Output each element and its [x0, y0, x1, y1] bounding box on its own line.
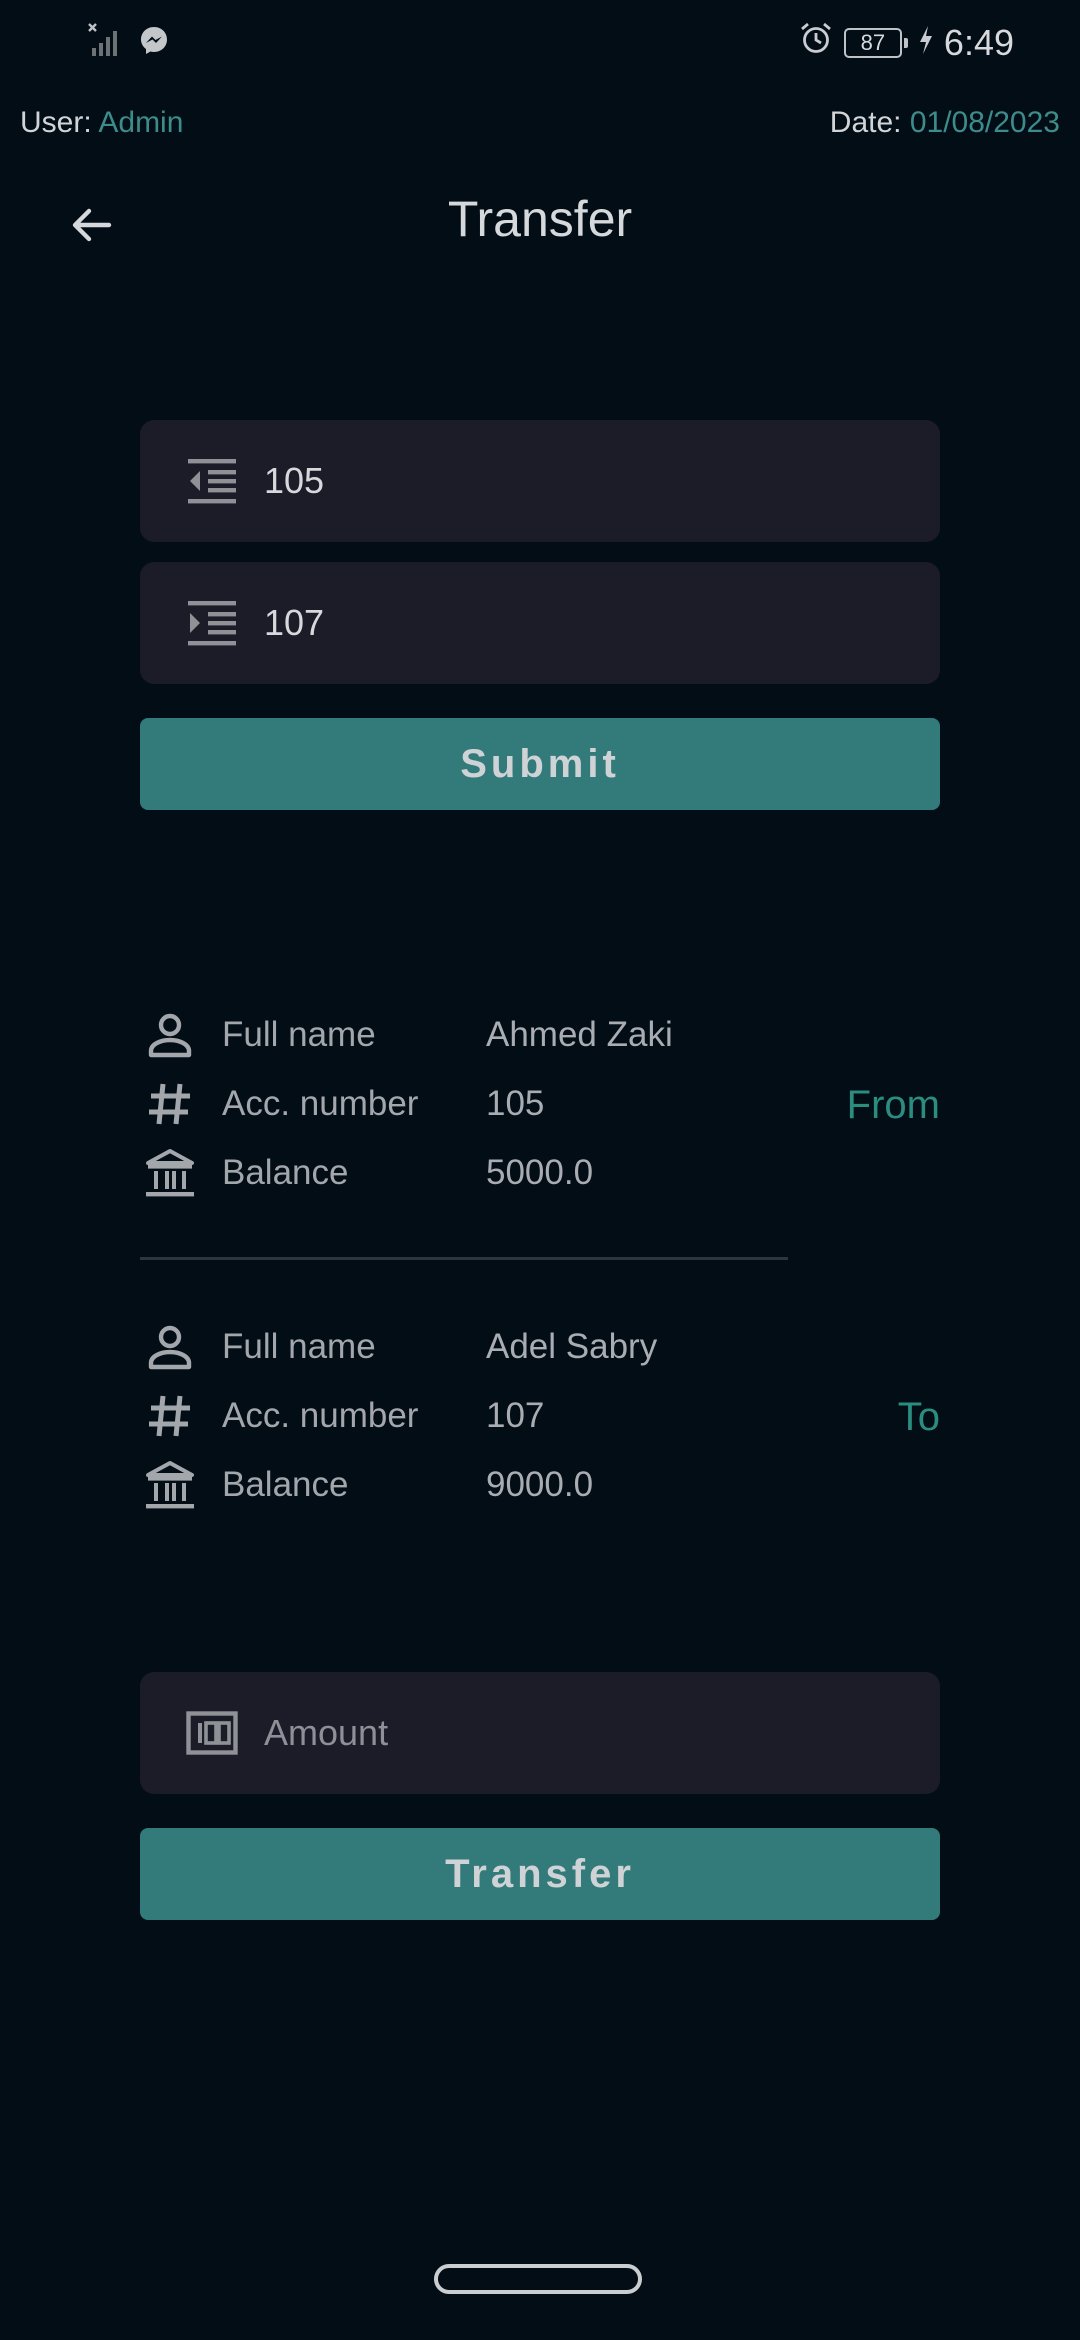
- date-value: 01/08/2023: [909, 106, 1060, 139]
- balance-value: 5000.0: [486, 1153, 594, 1192]
- alarm-icon: [798, 20, 834, 65]
- balance-value: 9000.0: [486, 1465, 594, 1504]
- from-balance-row: Balance 5000.0: [140, 1143, 700, 1203]
- amount-field[interactable]: Amount: [140, 1672, 940, 1794]
- from-fullname-row: Full name Ahmed Zaki: [140, 1005, 700, 1065]
- no-signal-icon: [88, 22, 124, 63]
- user-info: User: Admin: [20, 106, 183, 140]
- to-fullname-row: Full name Adel Sabry: [140, 1317, 700, 1377]
- money-icon: [184, 1705, 240, 1761]
- from-account-field[interactable]: 105: [140, 420, 940, 542]
- fullname-value: Ahmed Zaki: [486, 1015, 673, 1054]
- balance-label: Balance: [222, 1153, 349, 1192]
- from-tag: From: [846, 1083, 940, 1127]
- submit-button[interactable]: Submit: [140, 718, 940, 810]
- hash-icon: [140, 1074, 200, 1134]
- from-account-value: 105: [264, 460, 325, 501]
- to-tag: To: [897, 1395, 940, 1439]
- status-time: 6:49: [943, 21, 1014, 63]
- person-icon: [140, 1317, 200, 1377]
- accnumber-label: Acc. number: [222, 1084, 419, 1123]
- balance-label: Balance: [222, 1465, 349, 1504]
- back-button[interactable]: [56, 190, 126, 260]
- to-account-field[interactable]: 107: [140, 562, 940, 684]
- status-left-icons: [88, 22, 170, 63]
- to-accnumber-row: Acc. number 107: [140, 1386, 700, 1446]
- amount-placeholder: Amount: [264, 1712, 389, 1753]
- battery-icon: 87: [843, 27, 908, 58]
- accnumber-value: 105: [486, 1084, 545, 1123]
- status-right-icons: 87 6:49: [798, 20, 1014, 65]
- user-label: User:: [20, 106, 92, 139]
- arrow-back-icon: [72, 208, 112, 242]
- status-bar: 87 6:49: [0, 0, 1080, 84]
- fullname-label: Full name: [222, 1327, 376, 1366]
- fullname-label: Full name: [222, 1015, 376, 1054]
- divider: [140, 1257, 788, 1260]
- charging-icon: [918, 22, 934, 64]
- accnumber-label: Acc. number: [222, 1396, 419, 1435]
- indent-decrease-icon: [184, 453, 240, 509]
- date-label: Date:: [829, 106, 902, 139]
- date-info: Date: 01/08/2023: [830, 106, 1060, 140]
- messenger-icon: [138, 24, 170, 61]
- page-title: Transfer: [447, 191, 633, 247]
- battery-level: 87: [843, 27, 902, 58]
- fullname-value: Adel Sabry: [486, 1327, 658, 1366]
- from-accnumber-row: Acc. number 105: [140, 1074, 700, 1134]
- user-value: Admin: [98, 106, 184, 139]
- transfer-button[interactable]: Transfer: [140, 1828, 940, 1920]
- to-balance-row: Balance 9000.0: [140, 1455, 700, 1515]
- home-indicator[interactable]: [434, 2264, 642, 2294]
- bank-icon: [140, 1455, 200, 1515]
- hash-icon: [140, 1386, 200, 1446]
- person-icon: [140, 1005, 200, 1065]
- indent-increase-icon: [184, 595, 240, 651]
- bank-icon: [140, 1143, 200, 1203]
- to-account-value: 107: [264, 602, 325, 643]
- accnumber-value: 107: [486, 1396, 545, 1435]
